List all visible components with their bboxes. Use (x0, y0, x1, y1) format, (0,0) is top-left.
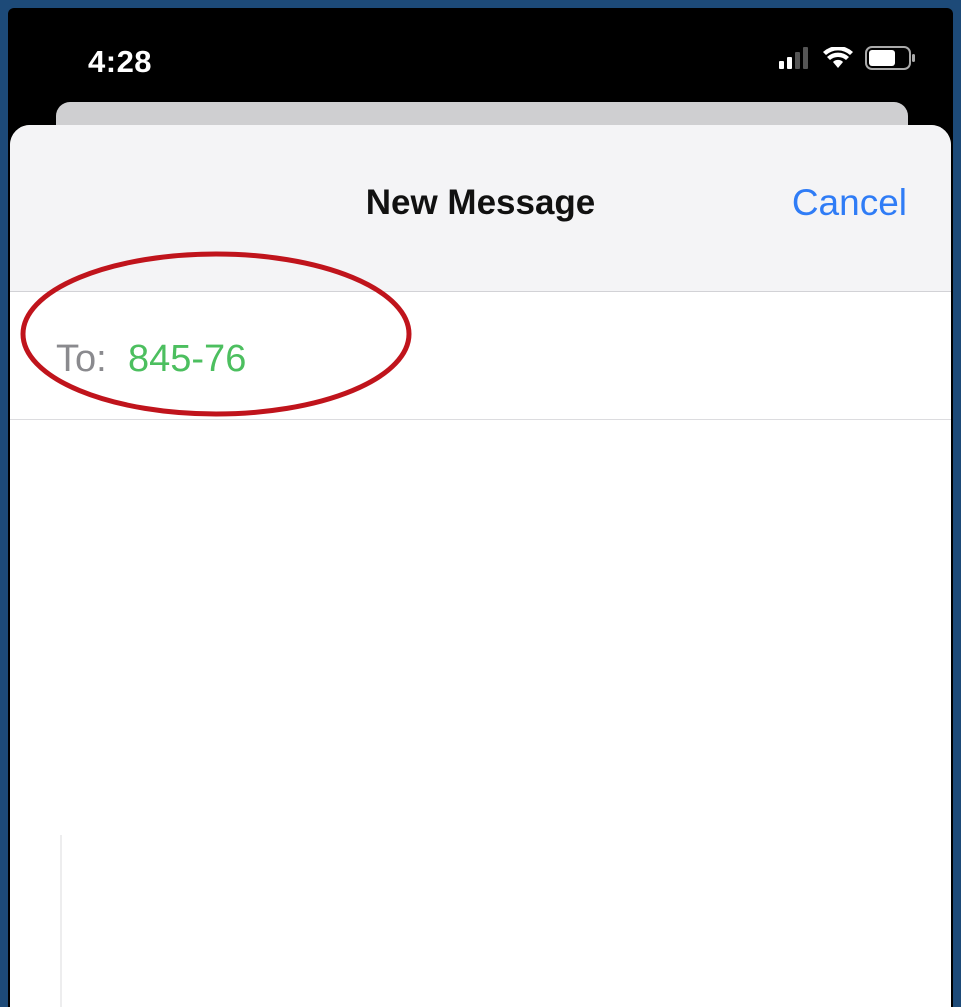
message-body-area[interactable] (10, 421, 951, 1007)
wifi-icon (823, 46, 853, 74)
cancel-button[interactable]: Cancel (792, 182, 907, 224)
screenshot-frame: 4:28 New Message Cancel To: 845-76 (0, 0, 961, 1007)
status-icons (779, 46, 917, 75)
divider (60, 835, 62, 1007)
annotation-ellipse (20, 251, 412, 417)
phone-screen: 4:28 New Message Cancel To: 845-76 (8, 8, 953, 1007)
signal-icon (779, 47, 811, 74)
status-time: 4:28 (88, 44, 153, 79)
battery-icon (865, 46, 917, 75)
